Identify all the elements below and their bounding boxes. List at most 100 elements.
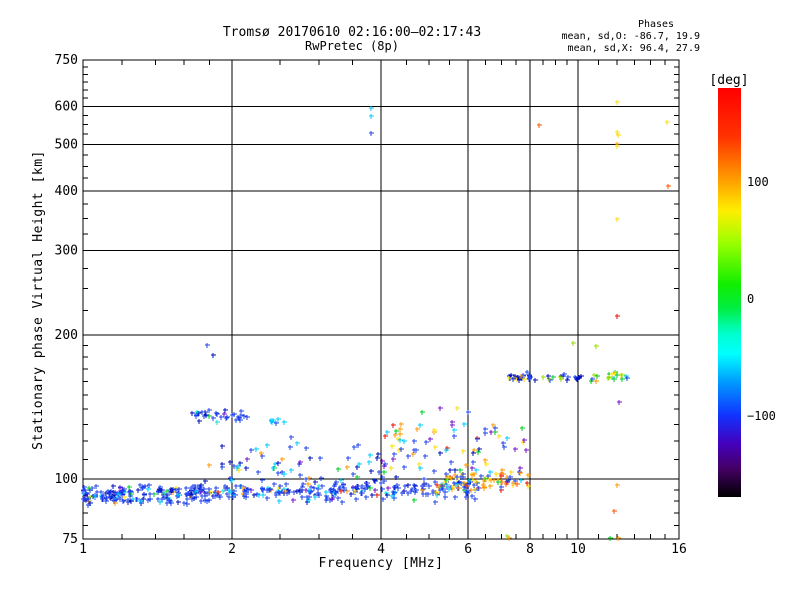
scatter-point [276,461,281,466]
x-tick-label: 8 [526,542,534,557]
scatter-point [349,492,354,497]
x-tick-label: 16 [671,542,687,557]
scatter-point [612,377,617,382]
scatter-point [488,470,493,475]
scatter-point [452,428,457,433]
scatter-point [215,420,220,425]
scatter-point [360,486,365,491]
scatter-point [373,488,378,493]
scatter-point [369,114,374,119]
scatter-point [256,470,261,475]
scatter-point [146,487,151,492]
scatter-point [415,427,420,432]
scatter-point [304,446,309,451]
scatter-point [265,496,270,501]
y-tick-labels: 750 600 500 400 300 200 100 75 [55,53,78,547]
scatter-point [357,462,362,467]
scatter-point [244,466,249,471]
scatter-point [272,482,277,487]
scatter-point [367,460,372,465]
scatter-point [282,420,287,425]
scatter-point [443,490,448,495]
scatter-point [412,498,417,503]
x-axis-label: Frequency [MHz] [319,556,444,571]
scatter-point [207,463,212,468]
scatter-point [448,468,453,473]
scatter-point [474,468,479,473]
scatter-point [537,123,542,128]
y-tick-label: 750 [55,53,78,68]
scatter-point [462,422,467,427]
plot-subtitle: RwPretec (8p) [305,39,399,53]
scatter-point [245,457,250,462]
scatter-point [524,448,529,453]
scatter-point [422,477,427,482]
scatter-point [392,485,397,490]
scatter-point [507,536,512,541]
phases-mean-o: mean, sd,O: -86.7, 19.9 [562,31,700,42]
scatter-point [330,497,335,502]
scatter-point [466,410,471,415]
y-tick-label: 300 [55,244,78,259]
scatter-point [211,353,216,358]
scatter-point [665,120,670,125]
scatter-point [471,460,476,465]
scatter-point [282,472,287,477]
scatter-point [391,423,396,428]
scatter-point [589,379,594,384]
scatter-point [375,456,380,461]
scatter-point [379,481,384,486]
scatter-point [364,495,369,500]
scatter-point [496,480,501,485]
scatter-point [300,485,305,490]
scatter-point [432,469,437,474]
y-tick-label: 500 [55,137,78,152]
scatter-point [111,484,116,489]
scatter-point [452,434,457,439]
scatter-point [259,451,264,456]
scatter-point [594,379,599,384]
scatter-point [615,217,620,222]
scatter-point [176,500,181,505]
scatter-point [320,484,325,489]
scatter-point [509,470,514,475]
scatter-point [499,485,504,490]
scatter-point [368,453,373,458]
scatter-point [295,441,300,446]
scatter-point [399,447,404,452]
scatter-point [474,480,479,485]
x-tick-label: 1 [79,542,87,557]
scatter-point [565,378,570,383]
scatter-point [254,447,259,452]
scatter-point [313,480,318,485]
scatter-point [402,465,407,470]
colorbar-tick-label: 0 [747,292,754,306]
scatter-point [392,496,397,501]
scatter-point [594,344,599,349]
scatter-point [307,476,312,481]
scatter-point [319,476,324,481]
y-tick-label: 75 [62,532,78,547]
scatter-point [95,490,100,495]
scatter-point [483,431,488,436]
phases-heading: Phases [638,19,674,30]
scatter-point [389,466,394,471]
scatter-point [438,451,443,456]
colorbar-unit-label: [deg] [709,73,748,88]
scatter-point [426,492,431,497]
scatter-point [359,491,364,496]
scatter-point [488,484,493,489]
scatter-point [249,448,254,453]
scatter-point [308,456,313,461]
scatter-point [450,423,455,428]
scatter-point [615,314,620,319]
scatter-point [483,458,488,463]
scatter-point [455,406,460,411]
scatter-point [476,450,481,455]
scatter-point [428,437,433,442]
scatter-point [473,497,478,502]
scatter-point [520,426,525,431]
y-tick-label: 100 [55,472,78,487]
scatter-point [615,483,620,488]
scatter-point [471,451,476,456]
